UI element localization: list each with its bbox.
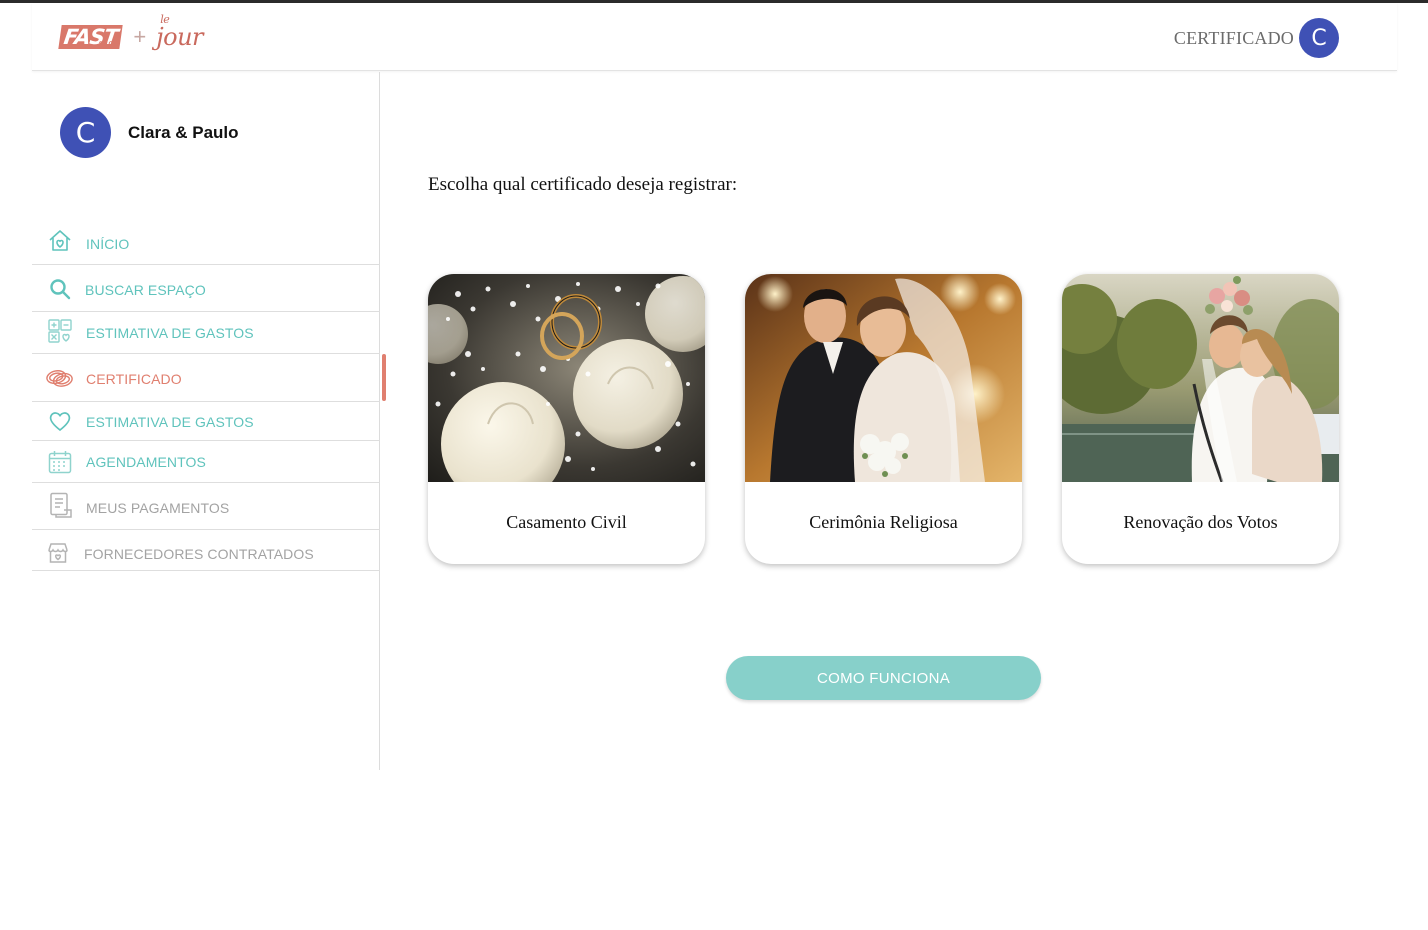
profile-avatar[interactable]: C bbox=[60, 107, 111, 158]
sidebar-item-label: AGENDAMENTOS bbox=[86, 454, 206, 470]
sidebar-item-estimativa-gastos-2[interactable]: ESTIMATIVA DE GASTOS bbox=[32, 402, 380, 441]
rings-icon bbox=[44, 364, 76, 392]
bride-groom-church-photo bbox=[745, 274, 1022, 482]
header-section-label: CERTIFICADO bbox=[1173, 27, 1294, 48]
receipt-icon bbox=[46, 491, 74, 519]
heart-icon bbox=[46, 407, 74, 435]
sidebar-item-buscar-espaco[interactable]: BUSCAR ESPAÇO bbox=[32, 265, 380, 312]
sidebar-item-label: ESTIMATIVA DE GASTOS bbox=[86, 325, 254, 341]
sidebar-item-fornecedores[interactable]: FORNECEDORES CONTRATADOS bbox=[32, 530, 380, 571]
como-funciona-button[interactable]: COMO FUNCIONA bbox=[726, 656, 1041, 700]
sidebar-item-label: ESTIMATIVA DE GASTOS bbox=[86, 414, 254, 430]
header-user-area: CERTIFICADO C bbox=[1174, 18, 1339, 58]
calculator-icon bbox=[46, 317, 74, 345]
wedding-rings-flowers-photo bbox=[428, 274, 705, 482]
certificate-card-civil[interactable]: Casamento Civil bbox=[428, 274, 705, 564]
profile-name: Clara & Paulo bbox=[128, 122, 239, 142]
top-header: FAST SHOP + le jour CERTIFICADO C bbox=[32, 3, 1397, 71]
search-icon bbox=[46, 275, 74, 303]
sidebar-item-label: BUSCAR ESPAÇO bbox=[85, 282, 206, 298]
card-label: Casamento Civil bbox=[506, 512, 627, 532]
sidebar-item-certificado[interactable]: CERTIFICADO bbox=[32, 354, 386, 402]
calendar-icon bbox=[46, 448, 74, 476]
card-label: Cerimônia Religiosa bbox=[809, 512, 958, 532]
sidebar: C Clara & Paulo INÍCIO BUSCAR ESPAÇO EST… bbox=[32, 72, 386, 770]
sidebar-item-label: CERTIFICADO bbox=[86, 371, 182, 387]
sidebar-item-label: INÍCIO bbox=[86, 236, 130, 252]
header-avatar[interactable]: C bbox=[1299, 18, 1339, 58]
sidebar-item-estimativa-gastos[interactable]: ESTIMATIVA DE GASTOS bbox=[32, 312, 380, 354]
home-heart-icon bbox=[46, 227, 74, 255]
le-jour-logo: le jour bbox=[156, 13, 204, 51]
certificate-card-renovacao[interactable]: Renovação dos Votos bbox=[1062, 274, 1339, 564]
sidebar-item-label: MEUS PAGAMENTOS bbox=[86, 500, 230, 516]
couple-outdoor-photo bbox=[1062, 274, 1339, 482]
sidebar-item-meus-pagamentos[interactable]: MEUS PAGAMENTOS bbox=[32, 483, 380, 530]
profile-block: C Clara & Paulo bbox=[60, 107, 239, 158]
certificate-card-religiosa[interactable]: Cerimônia Religiosa bbox=[745, 274, 1022, 564]
card-label: Renovação dos Votos bbox=[1123, 512, 1278, 532]
brand-logo[interactable]: FAST SHOP + le jour bbox=[58, 13, 204, 57]
sidebar-item-agendamentos[interactable]: AGENDAMENTOS bbox=[32, 441, 380, 483]
page-title: Escolha qual certificado deseja registra… bbox=[428, 174, 738, 195]
sidebar-item-label: FORNECEDORES CONTRATADOS bbox=[84, 546, 314, 562]
fast-shop-logo: FAST SHOP bbox=[58, 25, 124, 49]
active-indicator bbox=[382, 354, 386, 401]
logo-plus-sign: + bbox=[133, 24, 147, 49]
store-icon bbox=[44, 539, 72, 567]
sidebar-item-inicio[interactable]: INÍCIO bbox=[32, 222, 380, 265]
